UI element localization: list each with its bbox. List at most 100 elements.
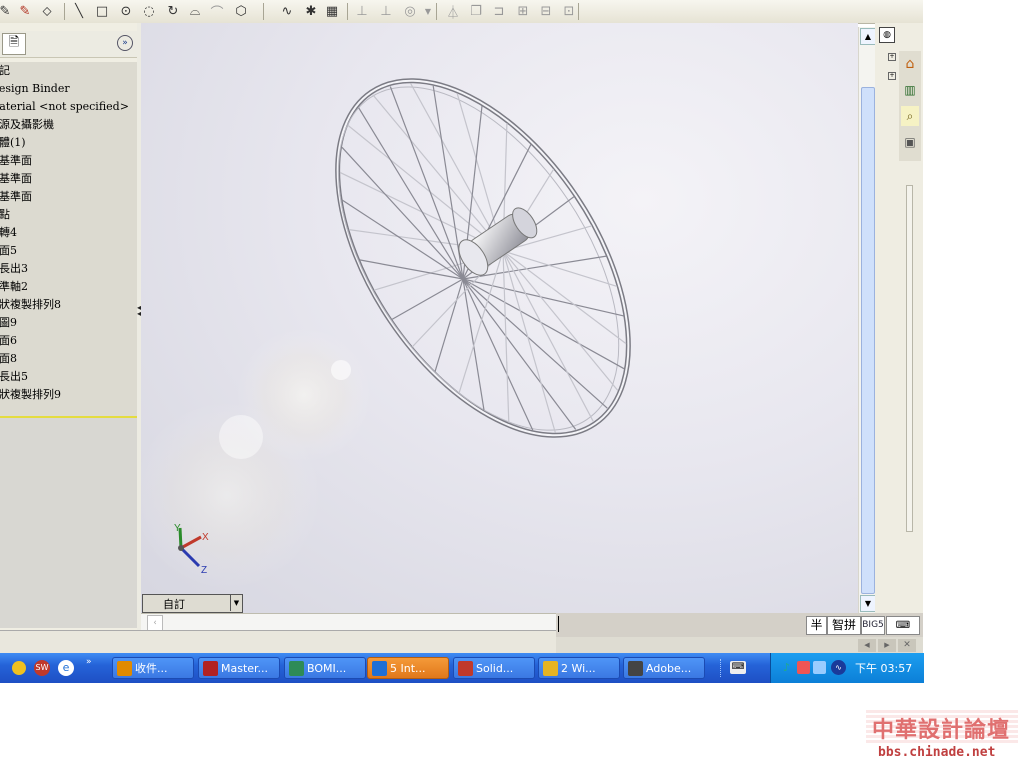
convert-entities-icon[interactable]: ❐: [467, 2, 485, 20]
feature-tree-item[interactable]: 草圖9: [0, 314, 17, 332]
tray-app-icon[interactable]: ♪: [783, 661, 793, 675]
chamfer-icon[interactable]: ⊥: [377, 2, 395, 20]
taskbar-button[interactable]: Master...: [198, 657, 280, 679]
taskbar-button[interactable]: BOMI...: [284, 657, 366, 679]
mirror-icon[interactable]: ⏃: [444, 2, 462, 21]
feature-tree-item[interactable]: 切面5: [0, 242, 17, 260]
clock[interactable]: 下午 03:57: [855, 660, 912, 676]
browser-quicklaunch-icon[interactable]: e: [58, 660, 74, 676]
expand-icon[interactable]: +: [888, 53, 896, 61]
sketch-icon[interactable]: ✎: [0, 2, 14, 20]
scroll-left-icon[interactable]: ‹: [147, 615, 163, 631]
triad-x-label: X: [202, 532, 209, 543]
tray-app-icon[interactable]: [797, 661, 810, 674]
extend-icon[interactable]: ⊞: [514, 2, 532, 20]
feature-tree-item[interactable]: 前基準面: [0, 152, 32, 170]
taskbar-app-icon: [203, 661, 218, 676]
scroll-down-icon[interactable]: ▼: [860, 595, 876, 612]
lower-pane: [0, 418, 137, 628]
line-icon[interactable]: ╲: [70, 2, 88, 20]
point-icon[interactable]: ✱: [302, 2, 320, 20]
feature-tree-item[interactable]: 基準軸2: [0, 278, 28, 296]
taskbar-button-label: BOMI...: [307, 662, 347, 675]
lens-flare: [331, 360, 351, 380]
graphics-area[interactable]: Y X Z 自訂 ▼: [141, 23, 858, 613]
rectangle-icon[interactable]: □: [93, 2, 111, 20]
feature-tree-item[interactable]: 環狀複製排列9: [0, 386, 61, 404]
keyboard-icon[interactable]: ⌨: [886, 616, 920, 635]
watermark-url: bbs.chinade.net: [878, 745, 996, 760]
three-point-arc-icon[interactable]: ⌒: [208, 2, 226, 21]
taskbar-button[interactable]: 2 Wi...: [538, 657, 620, 679]
quicklaunch-more-icon[interactable]: »: [86, 657, 92, 667]
taskbar-button-label: 5 Int...: [390, 662, 426, 675]
feature-tree-item[interactable]: 光源及攝影機: [0, 116, 54, 134]
feature-tree-item[interactable]: Design Binder: [0, 80, 70, 98]
feature-tree-item[interactable]: 上基準面: [0, 170, 32, 188]
view-orientation-dropdown[interactable]: 自訂 ▼: [142, 594, 243, 613]
close-icon[interactable]: ✕: [898, 639, 916, 652]
feature-tree-item[interactable]: 旋轉4: [0, 224, 17, 242]
file-explorer-icon[interactable]: ⌕: [901, 106, 919, 126]
smart-dimension-icon[interactable]: ⬦: [38, 2, 56, 20]
feature-tree-item[interactable]: 切面8: [0, 350, 17, 368]
tangent-arc-icon[interactable]: ⌓: [186, 2, 204, 20]
taskbar-button[interactable]: Solid...: [453, 657, 535, 679]
vertical-scrollbar[interactable]: ▲ ▼: [858, 27, 876, 613]
task-pane-toggle-icon[interactable]: ◍: [879, 27, 895, 43]
feature-tree-item[interactable]: 註記: [0, 62, 10, 80]
centerpoint-arc-icon[interactable]: ↻: [164, 2, 182, 20]
chevron-down-icon[interactable]: ▼: [419, 2, 437, 20]
taskbar-button-label: 2 Wi...: [561, 662, 596, 675]
feature-tree-item[interactable]: 實體(1): [0, 134, 26, 152]
taskbar-button[interactable]: Adobe...: [623, 657, 705, 679]
wheel-spoke: [389, 86, 464, 280]
feature-tree-item[interactable]: 右基準面: [0, 188, 32, 206]
keyboard-icon[interactable]: ⌨: [730, 661, 746, 674]
feature-tree-item[interactable]: 切面6: [0, 332, 17, 350]
scroll-thumb[interactable]: [861, 87, 875, 594]
circle-icon[interactable]: ⊙: [117, 2, 135, 20]
feature-tree-item[interactable]: 環狀複製排列8: [0, 296, 61, 314]
offset-icon[interactable]: ◎: [401, 2, 419, 20]
feature-tree-item[interactable]: 伸長出3: [0, 260, 28, 278]
taskbar-app-icon: [372, 661, 387, 676]
task-pane-scrollbar[interactable]: [906, 185, 913, 532]
taskbar-app-icon: [543, 661, 558, 676]
ime-encoding-button[interactable]: BIG5: [861, 616, 885, 635]
sketch-pattern-icon[interactable]: ⊡: [560, 2, 578, 20]
expand-icon[interactable]: +: [888, 72, 896, 80]
centerline-icon[interactable]: ▦: [323, 2, 341, 20]
wheel-spoke: [502, 250, 556, 433]
lens-flare: [219, 415, 263, 459]
scroll-up-icon[interactable]: ▲: [860, 28, 876, 45]
solidworks-quicklaunch-icon[interactable]: SW: [34, 660, 50, 676]
home-icon[interactable]: ⌂: [901, 54, 919, 74]
feature-tree-item[interactable]: 伸長出5: [0, 368, 28, 386]
polygon-icon[interactable]: ⬡: [232, 2, 250, 20]
spline-icon[interactable]: ∿: [278, 2, 296, 20]
3d-sketch-icon[interactable]: ✎: [16, 2, 34, 20]
feature-tree-item[interactable]: Material <not specified>: [0, 98, 129, 116]
move-icon[interactable]: ⊟: [537, 2, 555, 20]
design-library-icon[interactable]: ▥: [901, 80, 919, 100]
toolbar-separator: [347, 3, 348, 20]
feature-tree-item[interactable]: 原點: [0, 206, 10, 224]
ime-mode-button[interactable]: 智拼: [827, 616, 861, 635]
fillet-icon[interactable]: ⊥: [353, 2, 371, 20]
ime-half-width-button[interactable]: 半: [806, 616, 827, 635]
volume-icon[interactable]: ∿: [831, 660, 846, 675]
chevron-down-icon[interactable]: ▼: [230, 595, 242, 611]
feature-manager-tab-icon[interactable]: 🗎: [2, 33, 26, 55]
restore-icon[interactable]: ▶: [878, 639, 896, 652]
view-palette-icon[interactable]: ▣: [901, 132, 919, 152]
minimize-icon[interactable]: ◀: [858, 639, 876, 652]
taskbar-button[interactable]: 收件...: [112, 657, 194, 679]
wheel-spoke: [358, 107, 464, 280]
quicklaunch-app-icon[interactable]: [12, 661, 26, 675]
network-icon[interactable]: [813, 661, 826, 674]
expand-panel-icon[interactable]: »: [117, 35, 133, 51]
perimeter-circle-icon[interactable]: ◌: [140, 2, 158, 20]
trim-icon[interactable]: ⊐: [490, 2, 508, 20]
taskbar-button[interactable]: 5 Int...: [367, 657, 449, 679]
